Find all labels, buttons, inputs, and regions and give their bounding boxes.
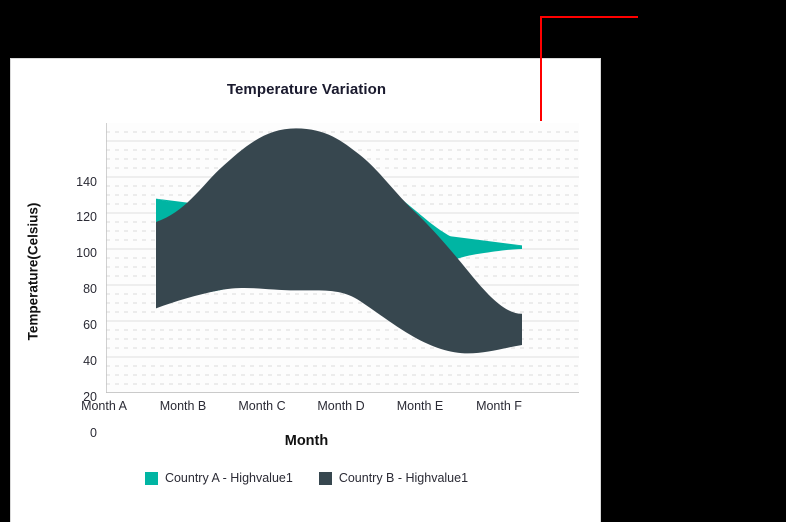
plot-area xyxy=(106,123,579,393)
y-tick-80: 80 xyxy=(83,282,97,296)
legend-item-country-a[interactable]: Country A - Highvalue1 xyxy=(144,471,293,485)
y-tick-120: 120 xyxy=(76,210,97,224)
legend-label-country-a: Country A - Highvalue1 xyxy=(164,471,293,485)
legend-swatch-icon-country-a xyxy=(144,471,158,485)
legend-swatch-icon-country-b xyxy=(318,471,332,485)
y-axis-title: Temperature(Celsius) xyxy=(25,202,41,341)
page-title: Temperature Variation xyxy=(226,81,387,98)
legend-item-country-b[interactable]: Country B - Highvalue1 xyxy=(318,471,469,485)
y-tick-60: 60 xyxy=(83,318,97,332)
legend-label-country-b: Country B - Highvalue1 xyxy=(338,471,469,485)
y-tick-100: 100 xyxy=(76,246,97,260)
y-tick-140: 140 xyxy=(76,175,97,189)
range-area-chart xyxy=(106,123,579,393)
x-axis-title: Month xyxy=(284,433,329,449)
chart-legend: Country A - Highvalue1 Country B - Highv… xyxy=(11,471,602,485)
chart-card: Temperature Variation Temperature(Celsiu… xyxy=(10,58,601,522)
screenshot-root: Temperature Variation Temperature(Celsiu… xyxy=(0,0,786,522)
y-tick-40: 40 xyxy=(83,354,97,368)
x-tick-month-f: Month F xyxy=(476,399,522,413)
